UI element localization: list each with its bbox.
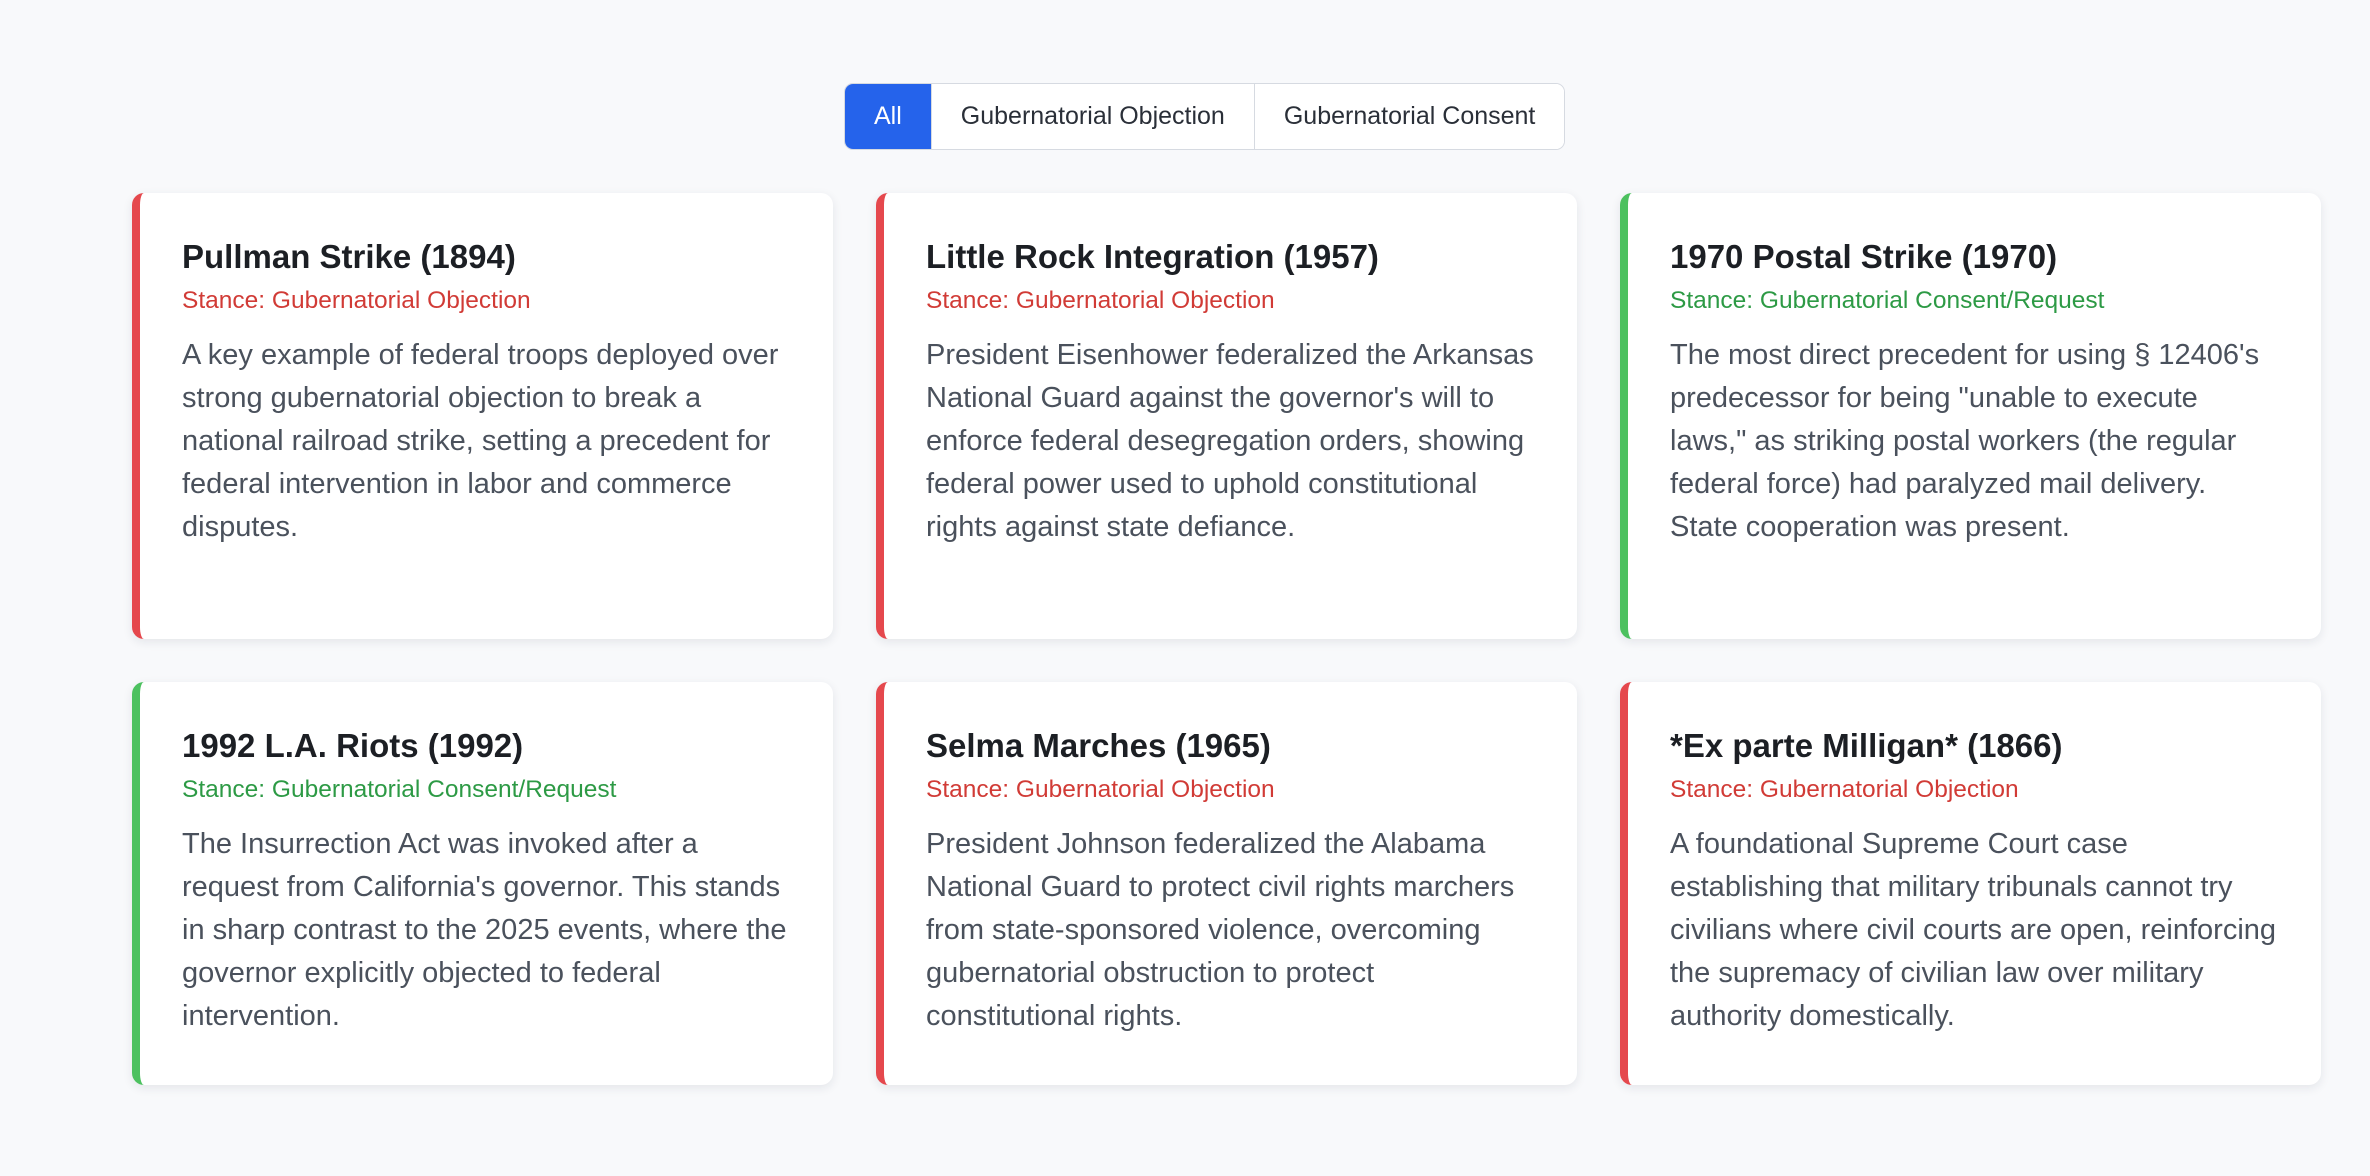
card-description: The Insurrection Act was invoked after a… [182,828,787,1033]
card-description: A key example of federal troops deployed… [182,339,779,544]
card-title: *Ex parte Milligan* (1866) [1670,727,2063,764]
card-title: 1970 Postal Strike (1970) [1670,238,2058,275]
filter-bar: All Gubernatorial Objection Gubernatoria… [844,83,1566,150]
precedent-card: 1970 Postal Strike (1970) Stance: Gubern… [1620,193,2321,639]
card-description: The most direct precedent for using § 12… [1670,339,2260,544]
precedent-card: *Ex parte Milligan* (1866) Stance: Guber… [1620,682,2321,1085]
precedent-card: Little Rock Integration (1957) Stance: G… [876,193,1577,639]
filter-consent-button[interactable]: Gubernatorial Consent [1254,84,1565,149]
card-description: President Johnson federalized the Alabam… [926,828,1515,1033]
card-stance: Stance: Gubernatorial Objection [926,775,1275,803]
precedent-card: 1992 L.A. Riots (1992) Stance: Gubernato… [132,682,833,1085]
card-stance: Stance: Gubernatorial Objection [182,286,531,314]
filter-objection-button[interactable]: Gubernatorial Objection [931,84,1255,149]
precedent-card: Selma Marches (1965) Stance: Gubernatori… [876,682,1577,1085]
precedent-card: Pullman Strike (1894) Stance: Gubernator… [132,193,833,639]
card-title: Little Rock Integration (1957) [926,238,1379,275]
card-title: 1992 L.A. Riots (1992) [182,727,524,764]
card-title: Pullman Strike (1894) [182,238,516,275]
card-description: A foundational Supreme Court case establ… [1670,828,2277,1033]
card-stance: Stance: Gubernatorial Objection [1670,775,2019,803]
precedent-card-grid: Pullman Strike (1894) Stance: Gubernator… [132,193,2322,1085]
card-description: President Eisenhower federalized the Ark… [926,339,1534,544]
filter-all-button[interactable]: All [845,84,932,149]
card-stance: Stance: Gubernatorial Objection [926,286,1275,314]
card-stance: Stance: Gubernatorial Consent/Request [1670,286,2105,314]
card-stance: Stance: Gubernatorial Consent/Request [182,775,617,803]
card-title: Selma Marches (1965) [926,727,1271,764]
